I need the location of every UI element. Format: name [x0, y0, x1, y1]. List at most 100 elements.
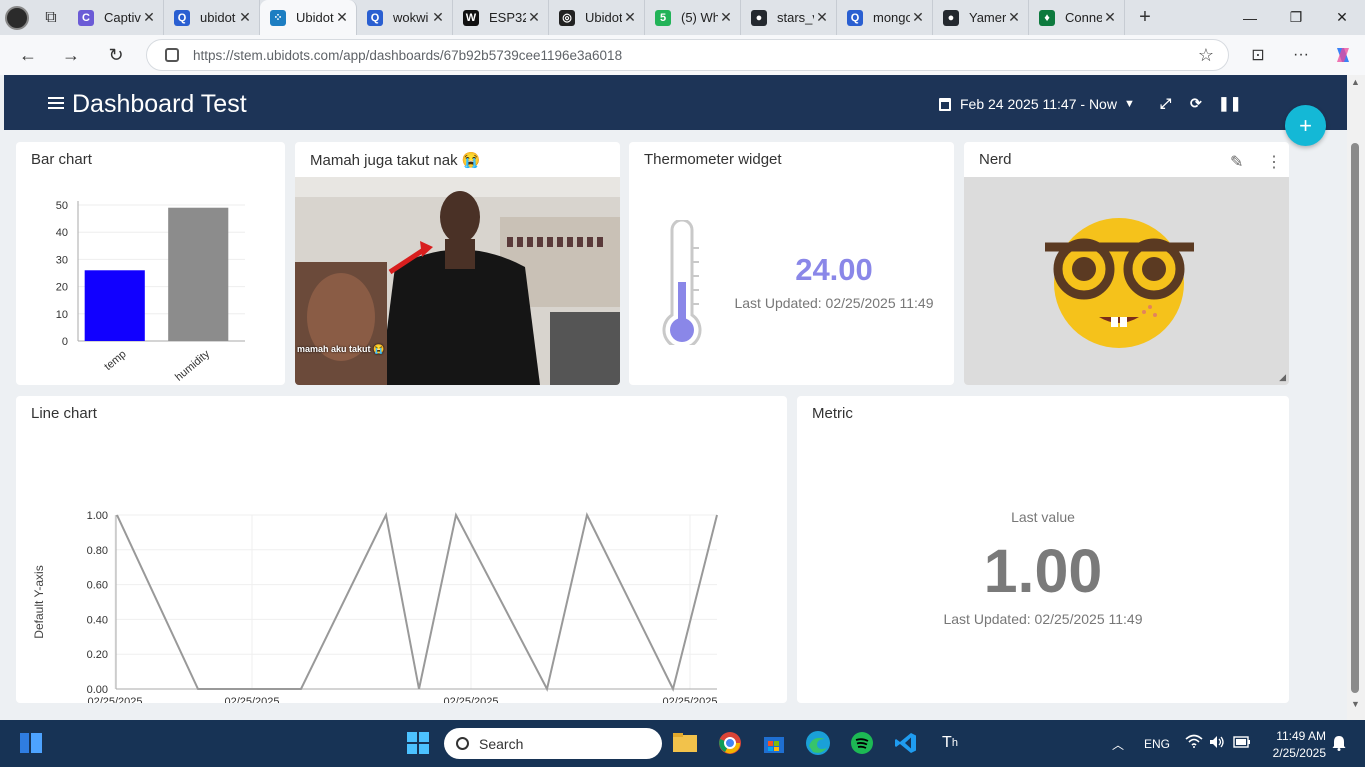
url-field[interactable]: https://stem.ubidots.com/app/dashboards/…: [146, 39, 1229, 71]
input-language[interactable]: ENG: [1144, 737, 1170, 751]
search-icon: [456, 737, 469, 750]
tab-close-icon[interactable]: ✕: [141, 9, 157, 26]
metric-label: Last value: [1011, 509, 1075, 525]
tab-close-icon[interactable]: ✕: [910, 9, 926, 26]
browser-tab[interactable]: ◎ Ubidot ✕: [549, 0, 645, 35]
taskbar: Search Th ︿ ENG 11:49 AM 2/25/2025: [0, 720, 1365, 767]
tab-close-icon[interactable]: ✕: [430, 9, 446, 26]
widget-title: Metric: [812, 405, 853, 422]
taskbar-search-field[interactable]: Search: [444, 728, 662, 759]
browser-tab[interactable]: ⁘ Ubidot ✕: [260, 0, 357, 35]
tab-favicon-icon: 5: [655, 9, 671, 26]
tab-label: Captiv: [104, 10, 141, 25]
copilot-icon[interactable]: [1328, 40, 1358, 70]
browser-tab[interactable]: C Captiv ✕: [68, 0, 164, 35]
browser-tab[interactable]: ♦ Conne ✕: [1029, 0, 1125, 35]
reload-icon[interactable]: ↻: [101, 40, 131, 70]
volume-icon[interactable]: [1209, 735, 1225, 752]
bar-chart-widget[interactable]: Bar chart 0 10 20 30 40 50 temp humidity: [16, 142, 285, 385]
widgets-icon[interactable]: [16, 728, 46, 758]
resize-handle-icon[interactable]: ◢: [1279, 372, 1286, 383]
line-chart-widget[interactable]: Line chart 0.00 0.20 0.40 0.60 0.80 1.00 02/25…: [16, 396, 787, 703]
metric-widget[interactable]: Metric Last value 1.00 Last Updated: 02/…: [797, 396, 1289, 703]
restore-icon[interactable]: ❐: [1273, 0, 1319, 35]
refresh-icon[interactable]: ⟳: [1190, 95, 1202, 112]
nerd-image: [964, 177, 1289, 385]
tab-close-icon[interactable]: ✕: [718, 9, 734, 26]
tab-close-icon[interactable]: ✕: [526, 9, 542, 26]
site-info-icon[interactable]: [165, 48, 179, 62]
thermometer-widget[interactable]: Thermometer widget 24.00 Last Updated: 0…: [629, 142, 954, 385]
tab-close-icon[interactable]: ✕: [334, 9, 350, 26]
more-options-icon[interactable]: ···: [1286, 40, 1316, 70]
browser-tab[interactable]: ● stars_v✕: [741, 0, 837, 35]
wifi-icon[interactable]: [1185, 734, 1203, 751]
store-icon[interactable]: [759, 728, 789, 758]
metric-last-updated: Last Updated: 02/25/2025 11:49: [943, 611, 1143, 627]
clock-time[interactable]: 11:49 AM: [1262, 729, 1326, 743]
tab-close-icon[interactable]: ✕: [814, 9, 830, 26]
tab-close-icon[interactable]: ✕: [237, 9, 253, 26]
nerd-widget[interactable]: Nerd ✎ ⋮ ◢: [964, 142, 1289, 385]
file-explorer-icon[interactable]: [670, 728, 700, 758]
image-widget[interactable]: Mamah juga takut nak 😭 mamah aku takut 😭: [295, 142, 620, 385]
clock-date[interactable]: 2/25/2025: [1262, 746, 1326, 760]
tab-close-icon[interactable]: ✕: [1006, 9, 1022, 26]
scrollbar-thumb[interactable]: [1351, 143, 1359, 693]
tab-list: C Captiv ✕ Qubidot ✕ ⁘ Ubidot ✕ Qwokwi ✕ W ESP32 ✕ ◎ U…: [68, 0, 1125, 35]
date-range-label: Feb 24 2025 11:47 - Now: [960, 96, 1117, 112]
profile-avatar[interactable]: [0, 0, 34, 35]
tab-favicon-icon: ♦: [1039, 9, 1055, 26]
browser-tab[interactable]: Qwokwi ✕: [357, 0, 453, 35]
edge-icon[interactable]: [803, 728, 833, 758]
browser-tab[interactable]: W ESP32 ✕: [453, 0, 549, 35]
spotify-icon[interactable]: [847, 728, 877, 758]
url-host: https://stem.ubidots.com: [193, 47, 340, 63]
typora-icon[interactable]: Th: [935, 728, 965, 758]
close-window-icon[interactable]: ✕: [1319, 0, 1365, 35]
y-tick-label: 50: [56, 200, 68, 212]
y-tick-label: 40: [56, 227, 68, 239]
tab-label: Conne: [1065, 10, 1102, 25]
workspaces-icon[interactable]: ⧉: [34, 0, 68, 35]
edit-pencil-icon[interactable]: ✎: [1230, 152, 1243, 172]
thermometer-icon: [662, 220, 702, 345]
scroll-down-icon[interactable]: ▼: [1351, 699, 1360, 709]
y-tick-label: 20: [56, 282, 68, 294]
back-icon[interactable]: ←: [13, 40, 43, 70]
pause-icon[interactable]: ❚❚: [1218, 95, 1241, 112]
url-text: https://stem.ubidots.com/app/dashboards/…: [193, 48, 622, 63]
battery-icon[interactable]: [1233, 736, 1251, 751]
menu-icon[interactable]: [48, 97, 64, 109]
tab-close-icon[interactable]: ✕: [622, 9, 638, 26]
tab-favicon-icon: ⁘: [270, 9, 286, 26]
page-scrollbar[interactable]: ▲ ▼: [1347, 75, 1365, 720]
line-series: [116, 511, 718, 692]
tab-label: Yamer: [969, 10, 1006, 25]
start-icon[interactable]: [403, 728, 433, 758]
scroll-up-icon[interactable]: ▲: [1351, 77, 1360, 87]
notification-bell-icon[interactable]: [1332, 735, 1346, 754]
y-tick-label: 10: [56, 309, 68, 321]
more-vertical-icon[interactable]: ⋮: [1266, 152, 1282, 172]
browser-tab[interactable]: Qmongo ✕: [837, 0, 933, 35]
tab-favicon-icon: ●: [943, 9, 959, 26]
browser-tab[interactable]: 5 (5) Wh ✕: [645, 0, 741, 35]
vscode-icon[interactable]: [891, 728, 921, 758]
screenshot-icon[interactable]: ⊡: [1243, 40, 1273, 70]
date-range-picker[interactable]: Feb 24 2025 11:47 - Now ▼: [939, 96, 1135, 112]
forward-icon[interactable]: →: [56, 40, 86, 70]
browser-tab[interactable]: Qubidot ✕: [164, 0, 260, 35]
new-tab-button[interactable]: +: [1125, 6, 1165, 29]
browser-tab[interactable]: ● Yamer ✕: [933, 0, 1029, 35]
x-tick-date: 02/25/2025: [662, 696, 717, 703]
chrome-icon[interactable]: [715, 728, 745, 758]
add-widget-button[interactable]: +: [1285, 105, 1326, 146]
fullscreen-icon[interactable]: ⤢: [1160, 95, 1171, 112]
widget-title: Nerd: [979, 151, 1012, 168]
minimize-icon[interactable]: —: [1227, 0, 1273, 35]
metric-value: 1.00: [983, 537, 1103, 605]
favorite-star-icon[interactable]: ☆: [1198, 45, 1214, 66]
tray-overflow-icon[interactable]: ︿: [1112, 736, 1124, 753]
tab-close-icon[interactable]: ✕: [1102, 9, 1118, 26]
